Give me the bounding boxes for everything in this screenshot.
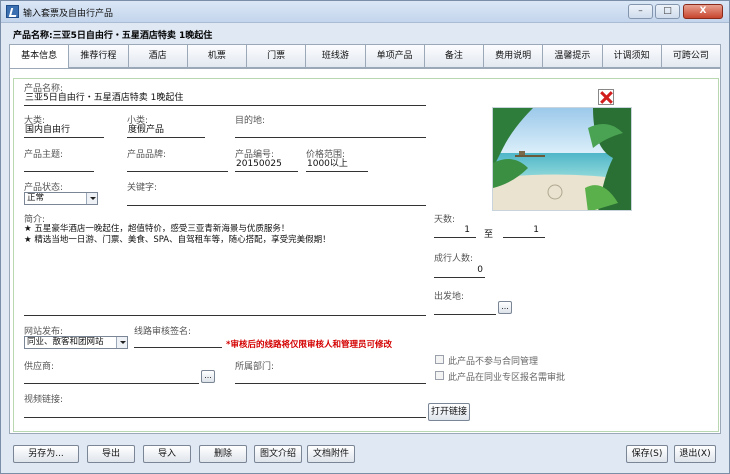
keywords-field[interactable] [127,192,426,206]
tab-notes[interactable]: 备注 [424,44,484,68]
product-name-field[interactable]: 三亚5日自由行・五星酒店特卖 1晚起住 [24,92,426,106]
intro-textarea[interactable]: ★ 五星豪华酒店一晚起住，超值特价，感受三亚青新海景与优质服务！ ★ 精选当地一… [24,224,424,246]
chevron-down-icon[interactable] [86,193,97,204]
product-photo [492,107,632,211]
save-button[interactable]: 保存(S) [626,445,668,463]
min-people-field[interactable]: 0 [434,264,485,278]
bottom-toolbar: 另存为... 导出 导入 删除 图文介绍 文档附件 保存(S) 退出(X) [1,441,729,473]
maximize-button[interactable]: □ [655,4,680,19]
days-to-field[interactable]: 1 [503,224,545,238]
chevron-down-icon[interactable] [116,337,127,348]
supplier-picker-button[interactable]: ... [201,370,215,383]
pic-intro-button[interactable]: 图文介绍 [254,445,302,463]
tab-hotel[interactable]: 酒店 [128,44,188,68]
price-range-field[interactable]: 1000以上 [306,158,368,172]
code-field[interactable]: 20150025 [235,158,298,172]
attachment-button[interactable]: 文档附件 [307,445,355,463]
min-people-label: 成行人数: [434,254,474,264]
delete-image-icon[interactable] [598,89,614,105]
tab-shuttle-tour[interactable]: 班线游 [306,44,366,68]
tab-single-product[interactable]: 单项产品 [365,44,425,68]
tab-cross-company[interactable]: 可跨公司 [661,44,721,68]
delete-button[interactable]: 删除 [199,445,247,463]
app-icon [6,5,19,18]
tab-basic-info[interactable]: 基本信息 [9,44,70,69]
import-button[interactable]: 导入 [143,445,191,463]
title-bar: 输入套票及自由行产品 – □ X [1,1,729,23]
review-warning: *审核后的线路将仅限审核人和管理员可修改 [226,340,392,350]
basic-info-panel: 产品名称: 三亚5日自由行・五星酒店特卖 1晚起住 大类: 国内自由行 小类: … [9,68,721,434]
publish-select[interactable]: 同业、散客和团网站 [24,336,128,349]
departure-field[interactable] [434,301,496,315]
tab-tips[interactable]: 温馨提示 [543,44,603,68]
main-window: 输入套票及自由行产品 – □ X 产品名称:三亚5日自由行・五星酒店特卖 1晚起… [0,0,730,474]
status-select[interactable]: 正常 [24,192,98,205]
status-value: 正常 [27,193,45,203]
close-button[interactable]: X [683,4,723,19]
tab-bar: 基本信息 推荐行程 酒店 机票 门票 班线游 单项产品 备注 费用说明 温馨提示… [9,44,721,69]
intro-line-1: ★ 五星豪华酒店一晚起住，超值特价，感受三亚青新海景与优质服务！ [24,224,290,234]
review-required-label: 此产品在同业专区报名需审批 [448,373,566,383]
no-contract-label: 此产品不参与合同管理 [448,357,539,367]
intro-underline [24,315,426,316]
tab-recommended-itinerary[interactable]: 推荐行程 [69,44,129,68]
product-header: 产品名称:三亚5日自由行・五星酒店特卖 1晚起住 [13,31,213,41]
tab-flight[interactable]: 机票 [187,44,247,68]
no-contract-checkbox[interactable] [435,355,444,364]
days-to-label: 至 [484,230,494,240]
minimize-button[interactable]: – [628,4,653,19]
form-area: 产品名称: 三亚5日自由行・五星酒店特卖 1晚起住 大类: 国内自由行 小类: … [13,78,719,432]
category-field[interactable]: 国内自由行 [24,124,104,138]
window-title: 输入套票及自由行产品 [23,9,114,19]
video-field[interactable] [24,404,426,418]
tab-operator-notes[interactable]: 计调须知 [602,44,662,68]
destination-field[interactable] [235,124,426,138]
open-link-button[interactable]: 打开链接 [428,403,470,421]
departure-picker-button[interactable]: ... [498,301,512,314]
review-required-checkbox[interactable] [435,371,444,380]
save-as-button[interactable]: 另存为... [13,445,79,463]
exit-button[interactable]: 退出(X) [674,445,716,463]
theme-field[interactable] [24,158,94,172]
tab-ticket[interactable]: 门票 [247,44,307,68]
signer-field[interactable] [134,334,222,348]
department-field[interactable] [235,370,426,384]
subcategory-field[interactable]: 度假产品 [127,124,205,138]
export-button[interactable]: 导出 [87,445,135,463]
supplier-field[interactable] [24,370,199,384]
publish-value: 同业、散客和团网站 [27,337,104,347]
beach-image [493,108,631,210]
days-from-field[interactable]: 1 [434,224,476,238]
tab-fee-description[interactable]: 费用说明 [484,44,544,68]
intro-line-2: ★ 精选当地一日游、门票、美食、SPA、自驾租车等，随心搭配，享受完美假期！ [24,235,331,245]
brand-field[interactable] [127,158,228,172]
